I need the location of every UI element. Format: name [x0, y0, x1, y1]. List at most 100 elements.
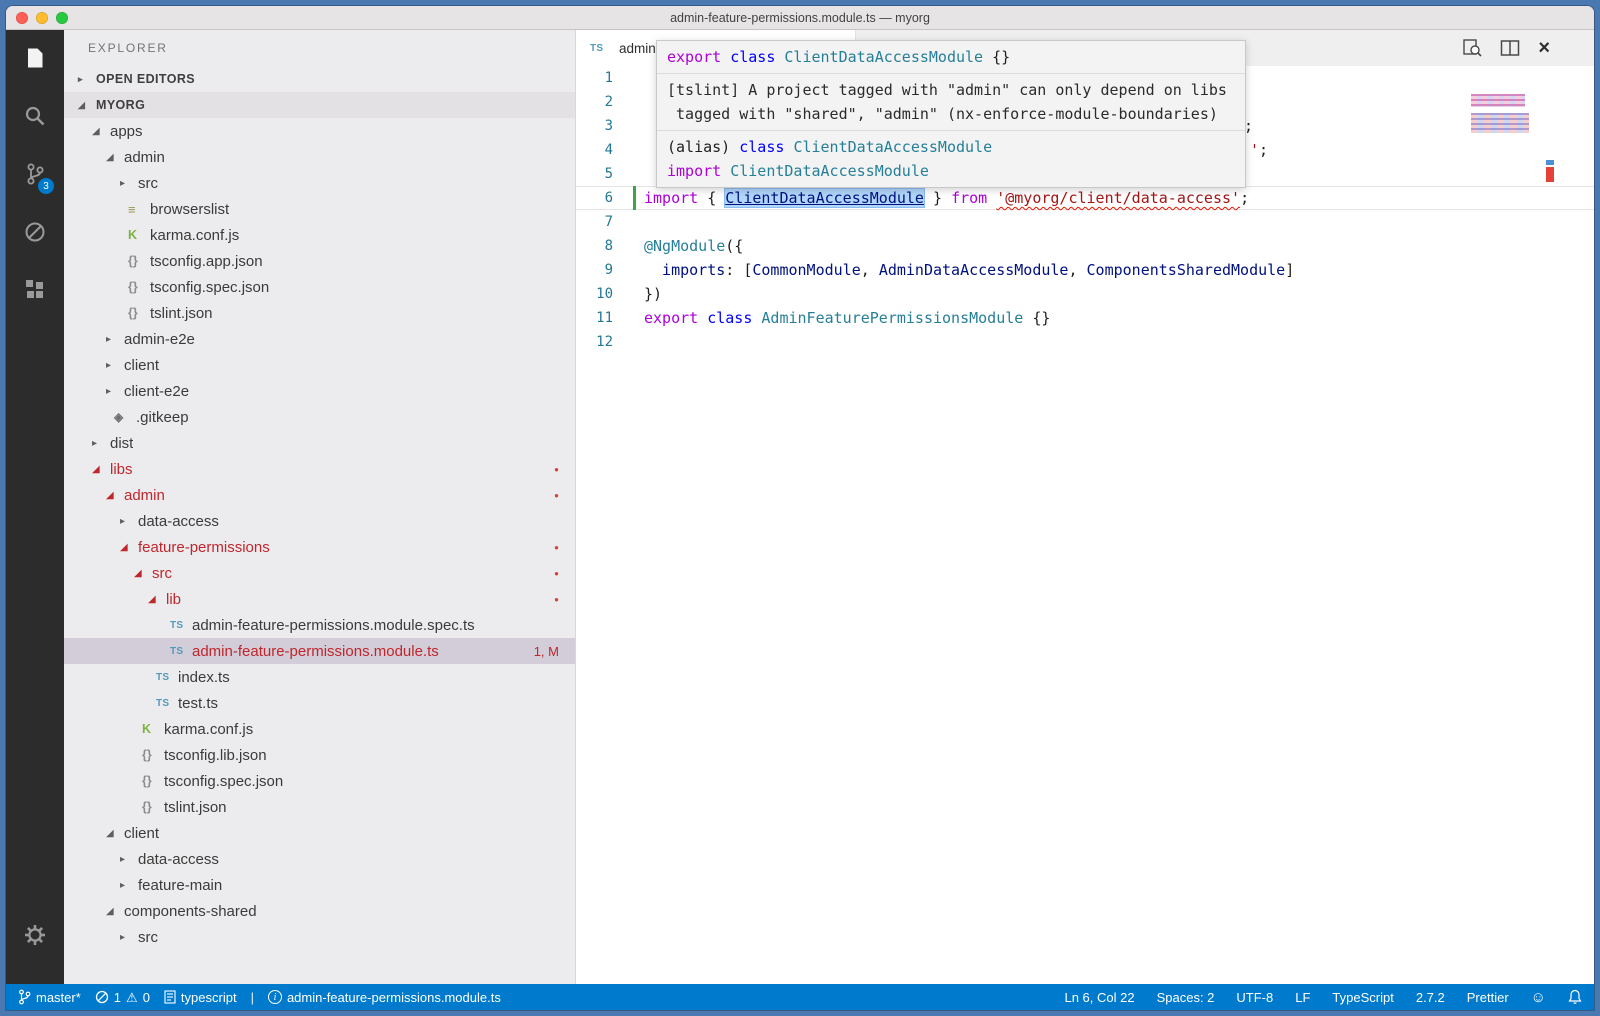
file-info-status[interactable]: i admin-feature-permissions.module.ts: [268, 990, 501, 1005]
explorer-sidebar: EXPLORER ▸ OPEN EDITORS ◢ MYORG ◢apps◢ad…: [64, 30, 575, 984]
code-token: CommonModule: [752, 261, 860, 279]
status-item-4[interactable]: TypeScript: [1332, 990, 1393, 1005]
code-line-9[interactable]: 9 imports: [CommonModule, AdminDataAcces…: [576, 258, 1594, 282]
code-token: ClientDataAccessModule: [793, 138, 992, 156]
code-token: imports: [644, 261, 725, 279]
tree-item-admin[interactable]: ◢admin●: [64, 482, 575, 508]
zoom-window-button[interactable]: [56, 12, 68, 24]
problems-status[interactable]: 1 ⚠ 0: [95, 990, 150, 1005]
scm-badge: 3: [38, 178, 54, 194]
tree-item-client[interactable]: ▸client: [64, 352, 575, 378]
open-editors-section[interactable]: ▸ OPEN EDITORS: [64, 66, 575, 92]
minimap[interactable]: [1468, 66, 1532, 984]
tree-item-admin-feature-permissions.module.spec.ts[interactable]: TSadmin-feature-permissions.module.spec.…: [64, 612, 575, 638]
code-token: ClientDataAccessModule: [730, 162, 929, 180]
explorer-activity-button[interactable]: [20, 43, 50, 73]
debug-activity-button[interactable]: [20, 217, 50, 247]
tree-item-feature-main[interactable]: ▸feature-main: [64, 872, 575, 898]
tree-item-data-access[interactable]: ▸data-access: [64, 846, 575, 872]
tree-item-data-access[interactable]: ▸data-access: [64, 508, 575, 534]
tree-item-index.ts[interactable]: TSindex.ts: [64, 664, 575, 690]
settings-button[interactable]: [20, 920, 50, 950]
code-line-7[interactable]: 7: [576, 210, 1594, 234]
typescript-status[interactable]: typescript: [164, 990, 237, 1005]
debug-disabled-icon: [22, 219, 48, 245]
tree-item-test.ts[interactable]: TStest.ts: [64, 690, 575, 716]
status-item-5[interactable]: 2.7.2: [1416, 990, 1445, 1005]
tree-item-src[interactable]: ◢src●: [64, 560, 575, 586]
status-item-2[interactable]: UTF-8: [1236, 990, 1273, 1005]
chevron-expanded-icon: ◢: [106, 490, 124, 501]
status-item-6[interactable]: Prettier: [1467, 990, 1509, 1005]
tree-item-tslint.json[interactable]: {}tslint.json: [64, 300, 575, 326]
tree-item-karma.conf.js[interactable]: Kkarma.conf.js: [64, 716, 575, 742]
search-activity-button[interactable]: [20, 101, 50, 131]
code-line-8[interactable]: 8@NgModule({: [576, 234, 1594, 258]
tree-item-tsconfig.lib.json[interactable]: {}tsconfig.lib.json: [64, 742, 575, 768]
split-editor-icon[interactable]: [1500, 39, 1520, 57]
tree-item-libs[interactable]: ◢libs●: [64, 456, 575, 482]
tree-item-karma.conf.js[interactable]: Kkarma.conf.js: [64, 222, 575, 248]
feedback-smiley-icon[interactable]: ☺: [1531, 990, 1546, 1005]
tree-item-tsconfig.spec.json[interactable]: {}tsconfig.spec.json: [64, 274, 575, 300]
code-token: [987, 189, 996, 207]
modified-dot-badge: ●: [554, 569, 559, 578]
tree-item-components-shared[interactable]: ◢components-shared: [64, 898, 575, 924]
code-line-10[interactable]: 10}): [576, 282, 1594, 306]
chevron-expanded-icon: ◢: [92, 126, 110, 137]
chevron-expanded-icon: ◢: [78, 100, 96, 111]
extensions-activity-button[interactable]: [20, 275, 50, 305]
tree-item-tsconfig.spec.json[interactable]: {}tsconfig.spec.json: [64, 768, 575, 794]
code-line-6[interactable]: 6import { ClientDataAccessModule } from …: [576, 186, 1594, 210]
chevron-expanded-icon: ◢: [120, 542, 138, 553]
code-token: [721, 162, 730, 180]
line-number: 7: [576, 214, 613, 230]
tree-item-label: admin: [124, 149, 165, 166]
code-token: class: [730, 48, 775, 66]
tree-item-lib[interactable]: ◢lib●: [64, 586, 575, 612]
tree-item-browserslist[interactable]: ≡browserslist: [64, 196, 575, 222]
gear-icon: [22, 922, 48, 948]
karma-file-icon: K: [128, 228, 150, 242]
problems-badge: 1, M: [534, 644, 559, 659]
code-token: class: [739, 138, 784, 156]
tree-item-admin-feature-permissions.module.ts[interactable]: TSadmin-feature-permissions.module.ts1, …: [64, 638, 575, 664]
tree-item-tslint.json[interactable]: {}tslint.json: [64, 794, 575, 820]
open-preview-icon[interactable]: [1462, 38, 1482, 58]
code-token: ClientDataAccessModule: [784, 48, 983, 66]
status-item-1[interactable]: Spaces: 2: [1157, 990, 1215, 1005]
code-line-12[interactable]: 12: [576, 330, 1594, 354]
tree-item-src[interactable]: ▸src: [64, 170, 575, 196]
tree-item-admin[interactable]: ◢admin: [64, 144, 575, 170]
close-window-button[interactable]: [16, 12, 28, 24]
tree-item-.gitkeep[interactable]: ◈.gitkeep: [64, 404, 575, 430]
status-item-0[interactable]: Ln 6, Col 22: [1064, 990, 1134, 1005]
line-number: 2: [576, 94, 613, 110]
code-token: [784, 138, 793, 156]
tree-item-dist[interactable]: ▸dist: [64, 430, 575, 456]
close-editor-icon[interactable]: ×: [1538, 38, 1550, 58]
workspace-root-section[interactable]: ◢ MYORG: [64, 92, 575, 118]
error-count: 1: [114, 990, 121, 1005]
json-file-icon: {}: [128, 280, 150, 294]
code-token: ClientDataAccessModule: [725, 189, 924, 207]
tree-item-admin-e2e[interactable]: ▸admin-e2e: [64, 326, 575, 352]
tree-item-client-e2e[interactable]: ▸client-e2e: [64, 378, 575, 404]
line-content: export class AdminFeaturePermissionsModu…: [613, 309, 1050, 327]
tree-item-tsconfig.app.json[interactable]: {}tsconfig.app.json: [64, 248, 575, 274]
source-control-activity-button[interactable]: 3: [20, 159, 50, 189]
tree-item-feature-permissions[interactable]: ◢feature-permissions●: [64, 534, 575, 560]
tree-item-client[interactable]: ◢client: [64, 820, 575, 846]
status-item-3[interactable]: LF: [1295, 990, 1310, 1005]
code-token: '@myorg/client/data-access': [996, 189, 1240, 207]
tree-item-apps[interactable]: ◢apps: [64, 118, 575, 144]
minimize-window-button[interactable]: [36, 12, 48, 24]
tree-item-src[interactable]: ▸src: [64, 924, 575, 950]
notifications-bell-icon[interactable]: [1568, 989, 1582, 1005]
code-token: {}: [983, 48, 1010, 66]
tree-item-label: admin-e2e: [124, 331, 195, 348]
git-branch-status[interactable]: master*: [18, 989, 81, 1005]
code-line-11[interactable]: 11export class AdminFeaturePermissionsMo…: [576, 306, 1594, 330]
chevron-collapsed-icon: ▸: [92, 438, 110, 449]
tree-item-label: data-access: [138, 513, 219, 530]
